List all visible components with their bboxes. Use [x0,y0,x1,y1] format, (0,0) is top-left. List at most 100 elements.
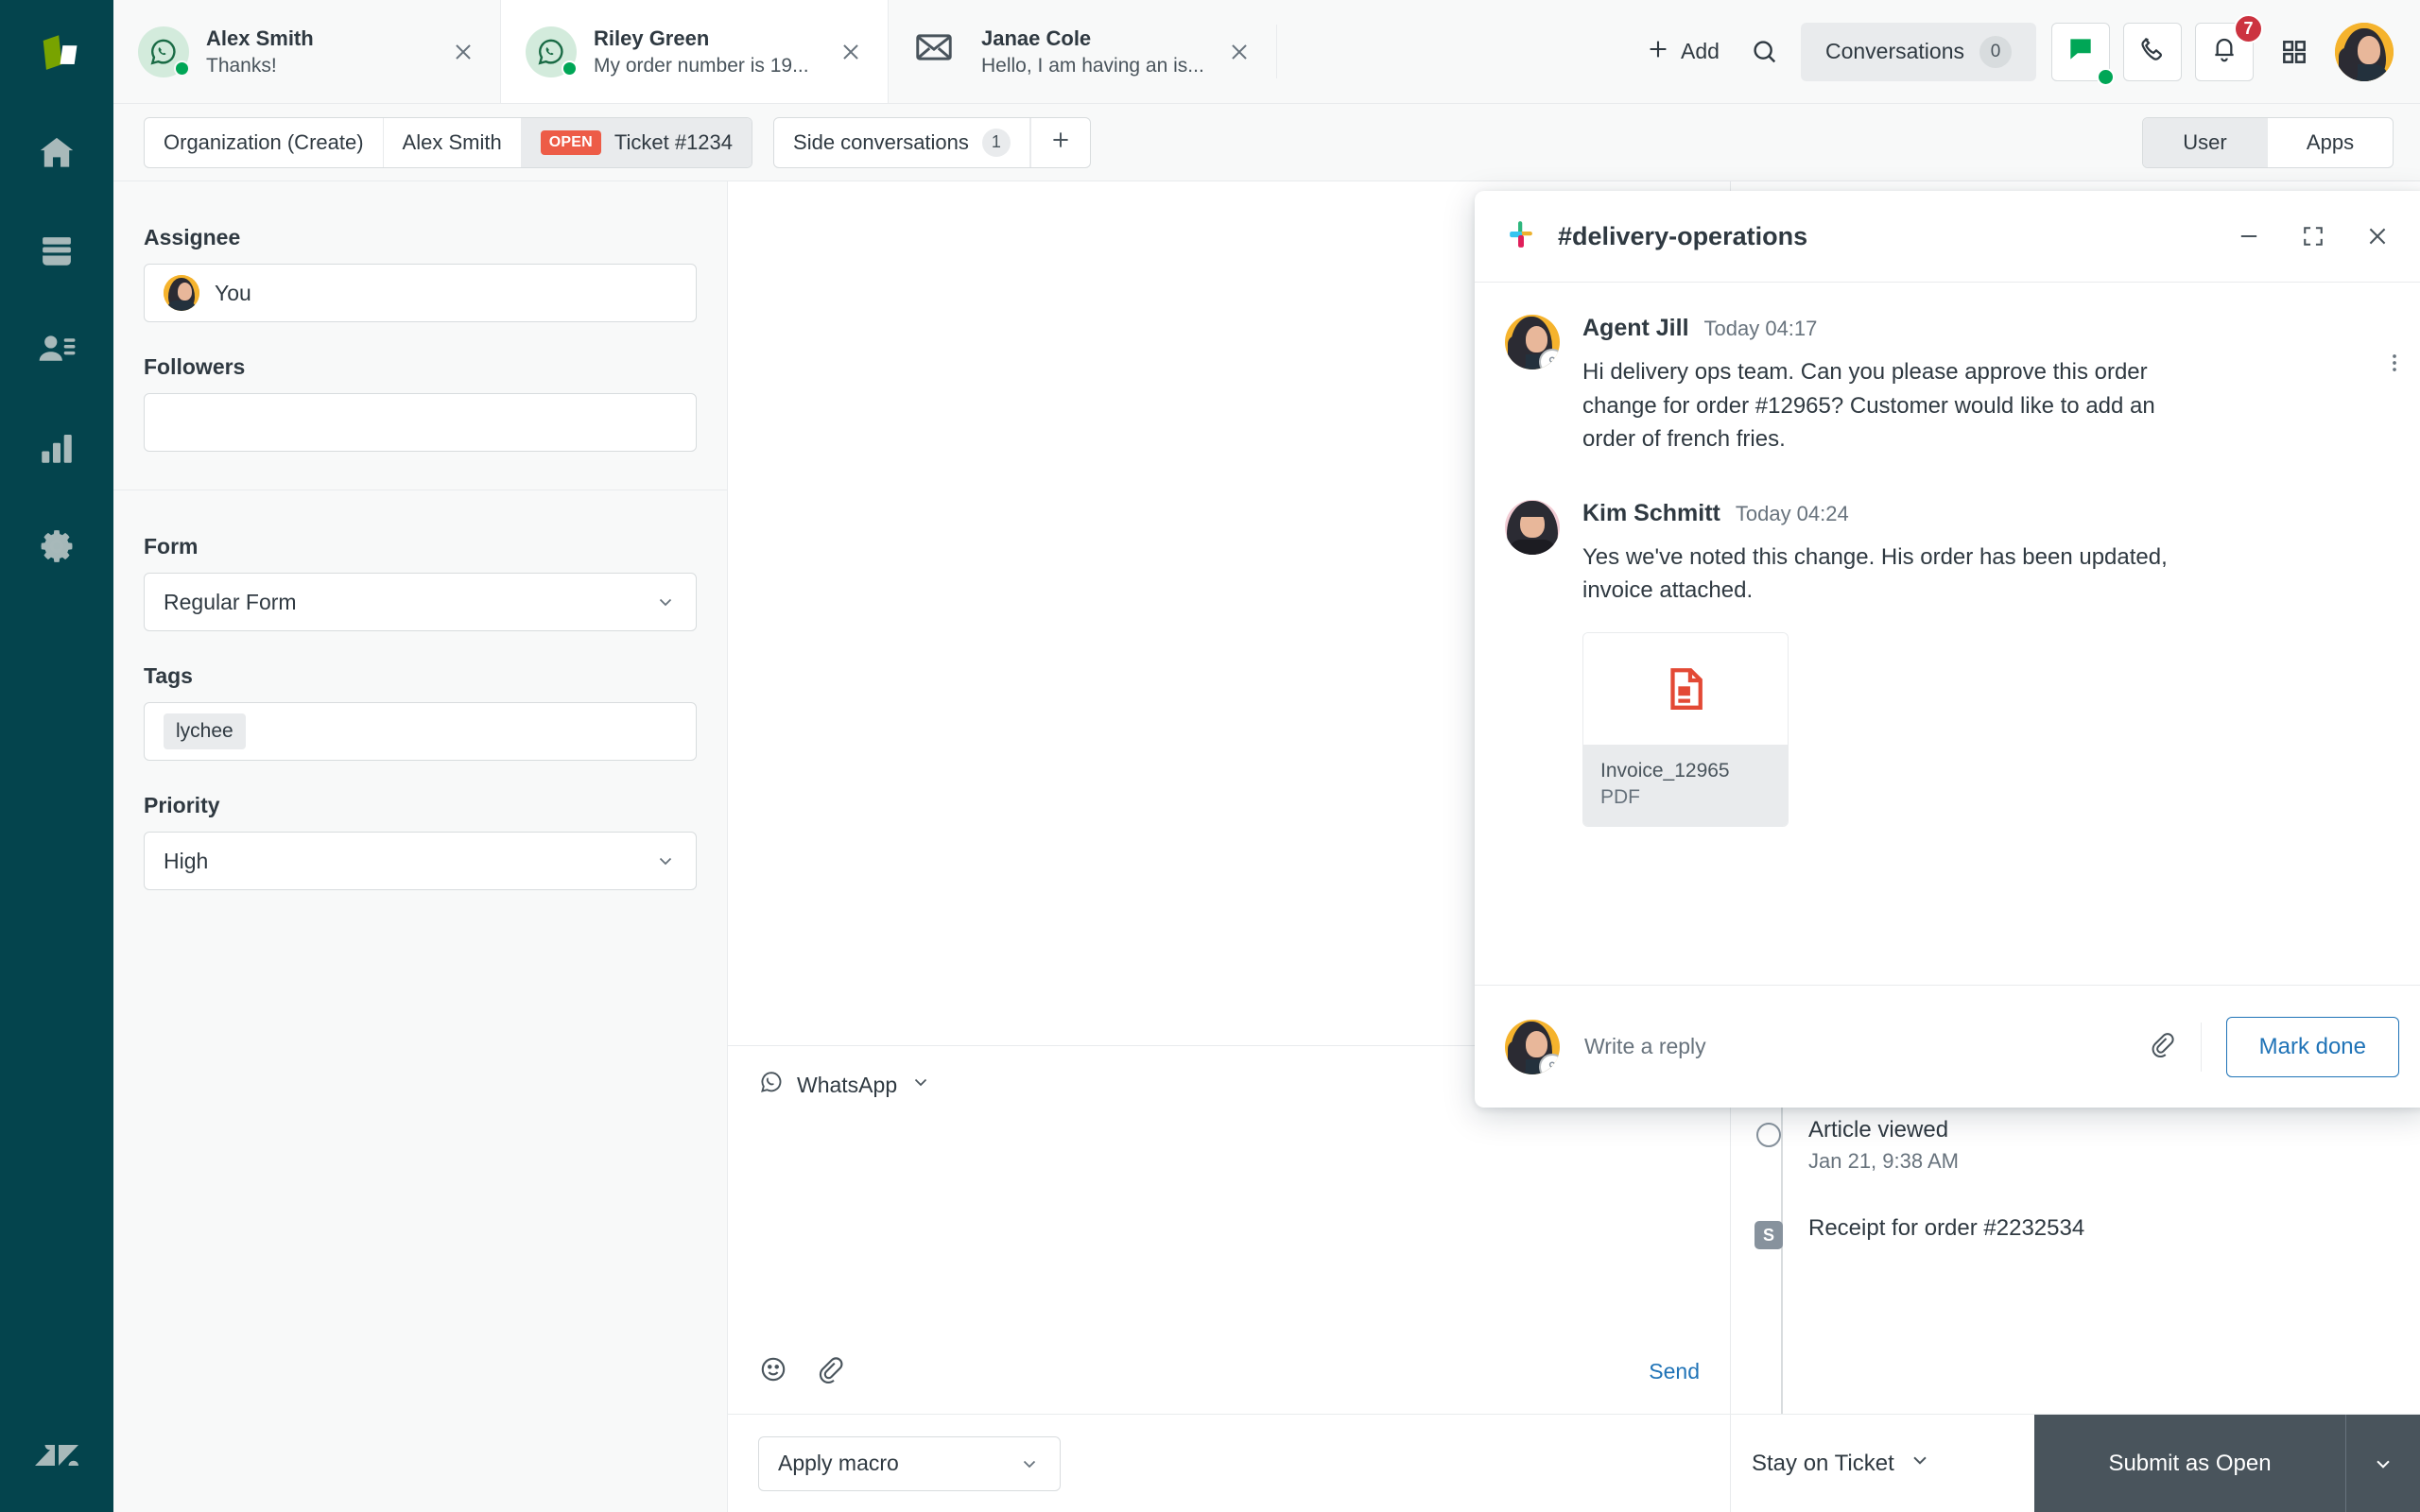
notifications-button[interactable]: 7 [2195,23,2254,81]
assignee-field[interactable]: You [144,264,697,322]
talk-button[interactable] [2123,23,2182,81]
panel-toggle: User Apps [2142,117,2394,168]
timeline-marker [1754,1117,1784,1174]
divider [2201,1022,2202,1072]
paperclip-icon[interactable] [815,1354,845,1389]
reply-input[interactable]: Write a reply [1584,1034,2123,1059]
sidebar-item-home[interactable] [0,104,113,202]
modal-reply-bar: Write a reply Mark done [1475,985,2420,1108]
whatsapp-icon [758,1069,785,1101]
priority-select[interactable]: High [144,832,697,890]
sidebar-item-reporting[interactable] [0,399,113,497]
zendesk-agent-workspace: Alex Smith Thanks! [0,0,2420,1512]
chat-bubble-icon [2066,34,2096,69]
notifications-badge: 7 [2234,14,2263,43]
tab-apps[interactable]: Apps [2268,118,2393,167]
stay-on-ticket-label: Stay on Ticket [1752,1451,1894,1477]
chevron-down-icon [1908,1448,1932,1479]
apps-grid-icon[interactable] [2267,25,2322,79]
agent-avatar[interactable] [2335,23,2394,81]
agent-avatar [164,275,199,311]
workspace-shell: Alex Smith Thanks! [113,0,2420,1512]
breadcrumb-label: Alex Smith [403,130,502,155]
sidebar-item-views[interactable] [0,202,113,301]
submit-as-open-button[interactable]: Submit as Open [2034,1415,2346,1512]
priority-label: Priority [144,793,697,818]
submit-group: Submit as Open [2034,1415,2420,1512]
search-icon[interactable] [1737,24,1793,80]
message-author: Agent Jill [1582,315,1689,342]
sidebar-item-customers[interactable] [0,301,113,399]
submit-options-button[interactable] [2346,1415,2420,1512]
more-vertical-icon[interactable] [2382,351,2407,380]
avatar [526,26,577,77]
ticket-footer-left: Apply macro [728,1414,1730,1512]
close-icon[interactable] [447,36,479,68]
tags-field[interactable]: lychee [144,702,697,761]
minimize-icon[interactable] [2227,215,2271,258]
followers-field[interactable] [144,393,697,452]
phone-icon [2137,34,2168,69]
views-icon [37,232,77,271]
top-actions: Add Conversations 0 [1628,0,2420,103]
plus-icon [1048,128,1073,157]
message-author: Kim Schmitt [1582,500,1720,527]
breadcrumb-label: Ticket #1234 [614,130,733,155]
reply-editor[interactable] [758,1101,1700,1354]
message-timestamp: Today 04:17 [1704,317,1818,341]
conversation-tab-preview: Thanks! [206,55,430,77]
add-side-conversation-button[interactable] [1030,118,1090,167]
conversation-tab-alex-smith[interactable]: Alex Smith Thanks! [113,0,501,103]
chat-status-button[interactable] [2051,23,2110,81]
conversations-count: 0 [1979,36,2012,68]
tag-chip[interactable]: lychee [164,713,246,749]
mark-done-button[interactable]: Mark done [2226,1017,2399,1077]
conversation-tab-preview: My order number is 19... [594,55,818,77]
channel-label: WhatsApp [797,1073,897,1098]
online-indicator [2097,68,2115,86]
ticket-properties-panel: Assignee You Followers [113,181,728,1512]
paperclip-icon[interactable] [2148,1030,2176,1063]
plus-icon [1645,36,1671,68]
modal-header: #delivery-operations [1475,191,2420,282]
marker-letter: S [1754,1221,1783,1249]
breadcrumb-item-organization[interactable]: Organization (Create) [145,118,384,167]
conversation-tab-name: Alex Smith [206,26,430,53]
tab-user[interactable]: User [2143,118,2268,167]
conversation-tab-riley-green[interactable]: Riley Green My order number is 19... [501,0,889,103]
add-button[interactable]: Add [1628,0,1737,104]
conversations-pill[interactable]: Conversations 0 [1801,23,2036,81]
avatar [138,26,189,77]
attachment-card[interactable]: Invoice_12965 PDF [1582,632,1789,827]
breadcrumb-item-ticket[interactable]: OPEN Ticket #1234 [522,118,752,167]
chevron-down-icon [654,850,677,872]
stay-on-ticket-select[interactable]: Stay on Ticket [1752,1448,1932,1479]
form-select[interactable]: Regular Form [144,573,697,631]
send-button[interactable]: Send [1649,1359,1700,1384]
bar-chart-icon [37,428,77,468]
emoji-icon[interactable] [758,1354,788,1389]
form-section: Form Regular Form Tags lychee Priority [113,490,727,928]
side-conversations-tab[interactable]: Side conversations 1 [774,118,1030,167]
close-icon[interactable] [2356,215,2399,258]
form-value: Regular Form [164,590,639,615]
apply-macro-select[interactable]: Apply macro [758,1436,1061,1491]
side-conversations-group: Side conversations 1 [773,117,1091,168]
interaction-title: Article viewed [1808,1117,1959,1143]
list-item[interactable]: S Receipt for order #2232534 [1731,1194,2420,1270]
avatar [913,26,964,77]
brand-logo-icon[interactable] [0,0,113,104]
close-icon[interactable] [835,36,867,68]
priority-value: High [164,849,639,874]
message-text: Yes we've noted this change. His order h… [1582,541,2169,608]
list-item[interactable]: Article viewed Jan 21, 9:38 AM [1731,1096,2420,1194]
breadcrumb-item-user[interactable]: Alex Smith [384,118,522,167]
kim-schmitt-avatar [1505,500,1560,555]
close-icon[interactable] [1223,36,1255,68]
expand-icon[interactable] [2291,215,2335,258]
channel-selector[interactable]: WhatsApp [758,1069,932,1101]
conversation-tab-janae-cole[interactable]: Janae Cole Hello, I am having an is... [889,0,1276,103]
nav-item-list [0,104,113,595]
sidebar-item-admin[interactable] [0,497,113,595]
gear-icon [36,525,78,567]
